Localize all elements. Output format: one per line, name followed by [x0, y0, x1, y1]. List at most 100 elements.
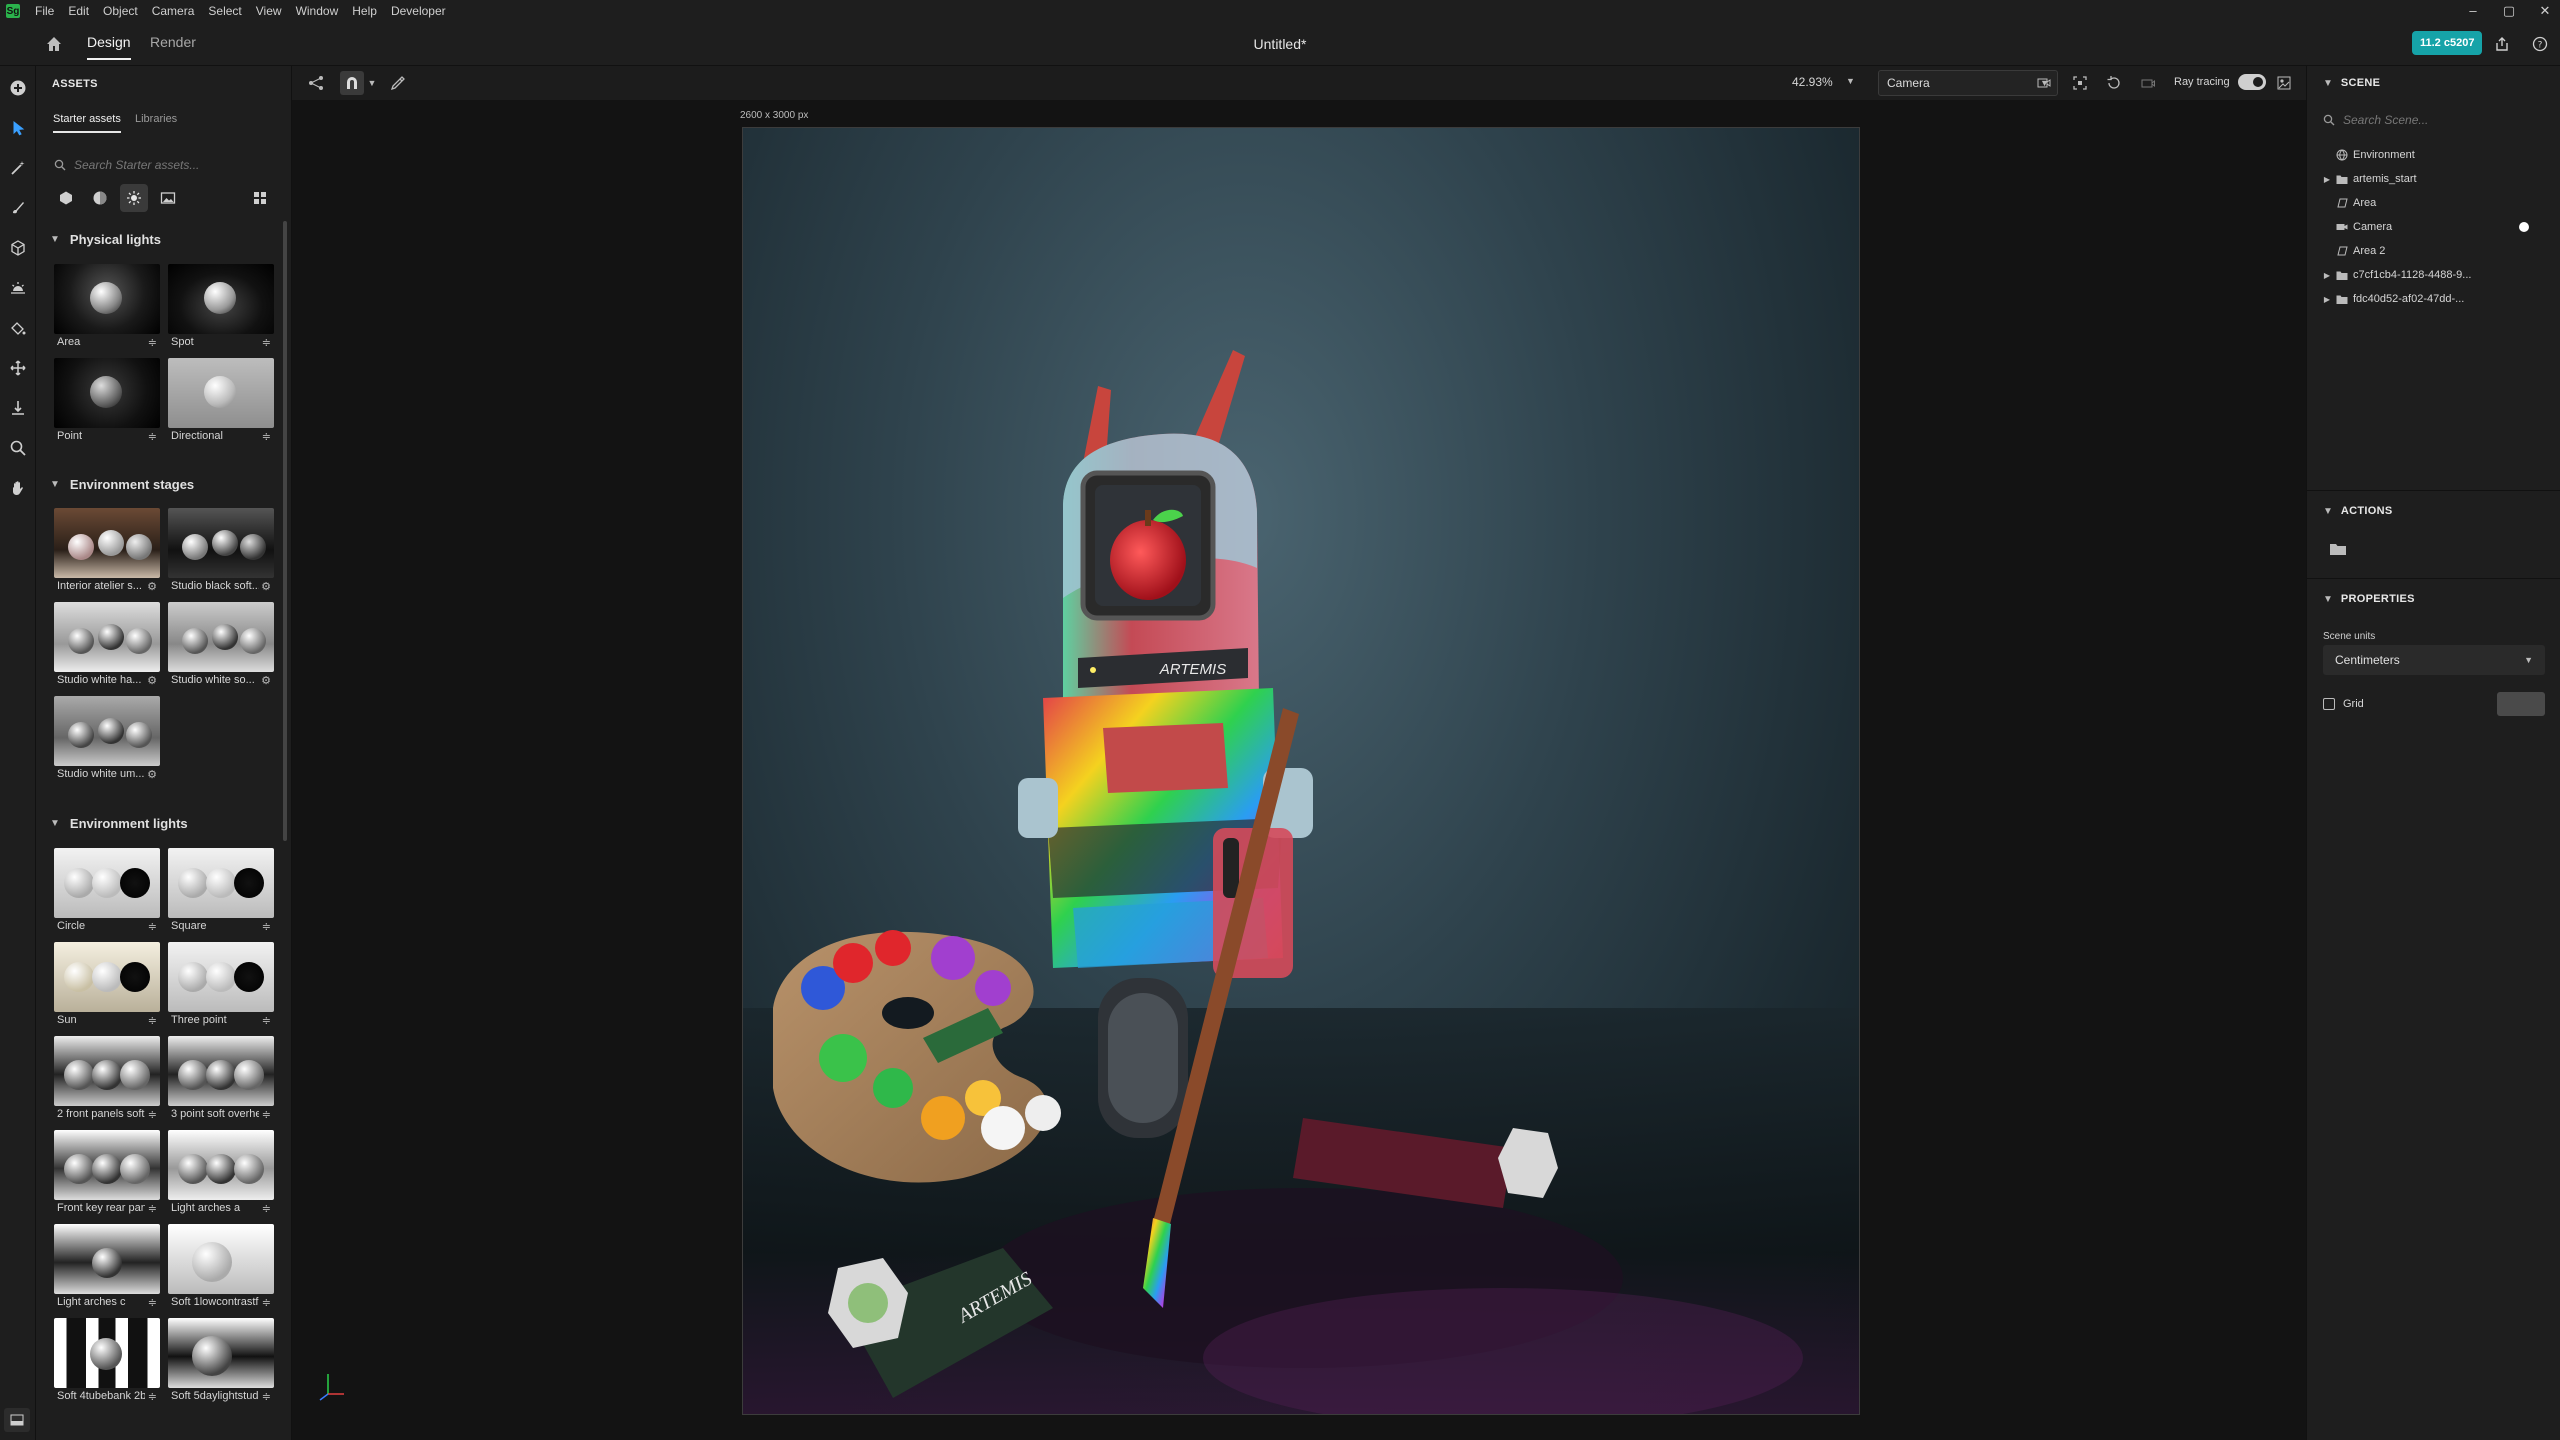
transform-options-button[interactable] [304, 71, 328, 95]
move-tool-button[interactable] [6, 356, 30, 380]
scene-item-environment[interactable]: Environment [2321, 144, 2547, 166]
menu-object[interactable]: Object [96, 0, 145, 22]
magic-wand-tool-button[interactable] [6, 156, 30, 180]
asset-tile[interactable]: Square ≑ [168, 848, 274, 936]
render-preview-button[interactable] [2136, 71, 2160, 95]
options-icon[interactable]: ≑ [148, 1296, 157, 1309]
scene-item-group[interactable]: ▶ artemis_start [2321, 168, 2547, 190]
options-icon[interactable]: ≑ [262, 430, 271, 443]
filter-materials-button[interactable] [86, 184, 114, 212]
asset-tile[interactable]: Directional ≑ [168, 358, 274, 446]
select-tool-button[interactable] [6, 116, 30, 140]
asset-tile[interactable]: Soft 4tubebank 2b... ≑ [54, 1318, 160, 1406]
model-tool-button[interactable] [6, 236, 30, 260]
options-icon[interactable]: ≑ [262, 1108, 271, 1121]
options-icon[interactable]: ≑ [262, 1296, 271, 1309]
pan-tool-button[interactable] [6, 476, 30, 500]
properties-section-header[interactable]: ▼ PROPERTIES [2323, 593, 2415, 605]
close-button[interactable]: ✕ [2538, 4, 2552, 18]
tab-libraries[interactable]: Libraries [135, 113, 177, 131]
viewport[interactable]: ▼ 42.93% ▼ Camera ▼ Ray tracing 2600 x 3… [292, 66, 2392, 1440]
zoom-tool-button[interactable] [6, 436, 30, 460]
menu-help[interactable]: Help [345, 0, 384, 22]
options-icon[interactable]: ≑ [148, 1108, 157, 1121]
zoom-chevron-down-icon[interactable]: ▼ [1846, 76, 1855, 86]
grid-checkbox[interactable] [2323, 698, 2335, 710]
options-icon[interactable]: ≑ [148, 336, 157, 349]
asset-tile[interactable]: Spot ≑ [168, 264, 274, 352]
zoom-level[interactable]: 42.93% [1792, 75, 1833, 89]
asset-tile[interactable]: Point ≑ [54, 358, 160, 446]
menu-developer[interactable]: Developer [384, 0, 453, 22]
tab-render[interactable]: Render [150, 34, 196, 58]
menu-window[interactable]: Window [289, 0, 346, 22]
asset-tile[interactable]: Area ≑ [54, 264, 160, 352]
section-environment-lights[interactable]: ▼ Environment lights [50, 816, 188, 831]
asset-tile[interactable]: Studio black soft... ⚙ [168, 508, 274, 596]
tab-design[interactable]: Design [87, 34, 131, 60]
options-icon[interactable]: ≑ [148, 1014, 157, 1027]
asset-tile[interactable]: Studio white so... ⚙ [168, 602, 274, 690]
grid-view-button[interactable] [246, 184, 274, 212]
render-canvas[interactable]: ARTEMIS ARTEMIS [742, 127, 1860, 1415]
asset-tile[interactable]: Interior atelier s... ⚙ [54, 508, 160, 596]
menu-view[interactable]: View [249, 0, 289, 22]
chevron-right-icon[interactable]: ▶ [2321, 175, 2333, 184]
share-button[interactable] [2490, 32, 2514, 56]
frame-selection-button[interactable] [2068, 71, 2092, 95]
options-icon[interactable]: ≑ [262, 1014, 271, 1027]
section-environment-stages[interactable]: ▼ Environment stages [50, 477, 194, 492]
asset-tile[interactable]: Soft 1lowcontrastfr... ≑ [168, 1224, 274, 1312]
scene-item-group[interactable]: ▶ fdc40d52-af02-47dd-... [2321, 288, 2547, 310]
chevron-right-icon[interactable]: ▶ [2321, 271, 2333, 280]
viewport-settings-button[interactable] [2272, 71, 2296, 95]
help-button[interactable]: ? [2528, 32, 2552, 56]
menu-file[interactable]: File [28, 0, 61, 22]
options-icon[interactable]: ⚙ [261, 580, 271, 593]
folder-icon[interactable] [2329, 541, 2347, 557]
scene-item-group[interactable]: ▶ c7cf1cb4-1128-4488-9... [2321, 264, 2547, 286]
asset-tile[interactable]: 3 point soft overhe... ≑ [168, 1036, 274, 1124]
reset-camera-button[interactable] [2102, 71, 2126, 95]
bottom-panel-toggle-button[interactable] [4, 1408, 30, 1432]
scene-item-area-2[interactable]: Area 2 [2321, 240, 2547, 262]
asset-tile[interactable]: Circle ≑ [54, 848, 160, 936]
asset-tile[interactable]: Front key rear pan... ≑ [54, 1130, 160, 1218]
section-physical-lights[interactable]: ▼ Physical lights [50, 232, 161, 247]
menu-edit[interactable]: Edit [61, 0, 96, 22]
ray-tracing-toggle[interactable] [2238, 74, 2266, 90]
scene-units-select[interactable]: Centimeters ▼ [2323, 645, 2545, 675]
maximize-button[interactable]: ▢ [2502, 4, 2516, 18]
assets-scrollbar[interactable] [283, 221, 287, 841]
asset-tile[interactable]: Light arches a ≑ [168, 1130, 274, 1218]
asset-search-input[interactable] [74, 158, 264, 172]
options-icon[interactable]: ≑ [262, 1202, 271, 1215]
eyedropper-button[interactable] [386, 71, 410, 95]
light-tool-button[interactable] [6, 276, 30, 300]
camera-select[interactable]: Camera ▼ [1878, 70, 2058, 96]
home-button[interactable] [42, 32, 66, 56]
scene-section-header[interactable]: ▼ SCENE [2323, 77, 2380, 89]
grid-color-swatch[interactable] [2497, 692, 2545, 716]
menu-select[interactable]: Select [201, 0, 248, 22]
paint-tool-button[interactable] [6, 196, 30, 220]
asset-tile[interactable]: Sun ≑ [54, 942, 160, 1030]
scene-search-input[interactable] [2343, 113, 2533, 127]
options-icon[interactable]: ≑ [148, 1202, 157, 1215]
options-icon[interactable]: ≑ [148, 920, 157, 933]
asset-tile[interactable]: Studio white um... ⚙ [54, 696, 160, 784]
menu-camera[interactable]: Camera [145, 0, 202, 22]
add-tool-button[interactable] [6, 76, 30, 100]
snap-button[interactable] [340, 71, 364, 95]
filter-models-button[interactable] [52, 184, 80, 212]
options-icon[interactable]: ≑ [262, 336, 271, 349]
actions-section-header[interactable]: ▼ ACTIONS [2323, 505, 2393, 517]
options-icon[interactable]: ≑ [262, 1390, 271, 1403]
drop-tool-button[interactable] [6, 396, 30, 420]
chevron-right-icon[interactable]: ▶ [2321, 295, 2333, 304]
asset-tile[interactable]: Soft 5daylightstudio ≑ [168, 1318, 274, 1406]
version-badge[interactable]: 11.2 c5207 [2412, 31, 2483, 55]
options-icon[interactable]: ≑ [148, 430, 157, 443]
options-icon[interactable]: ⚙ [147, 768, 157, 781]
asset-tile[interactable]: Three point ≑ [168, 942, 274, 1030]
